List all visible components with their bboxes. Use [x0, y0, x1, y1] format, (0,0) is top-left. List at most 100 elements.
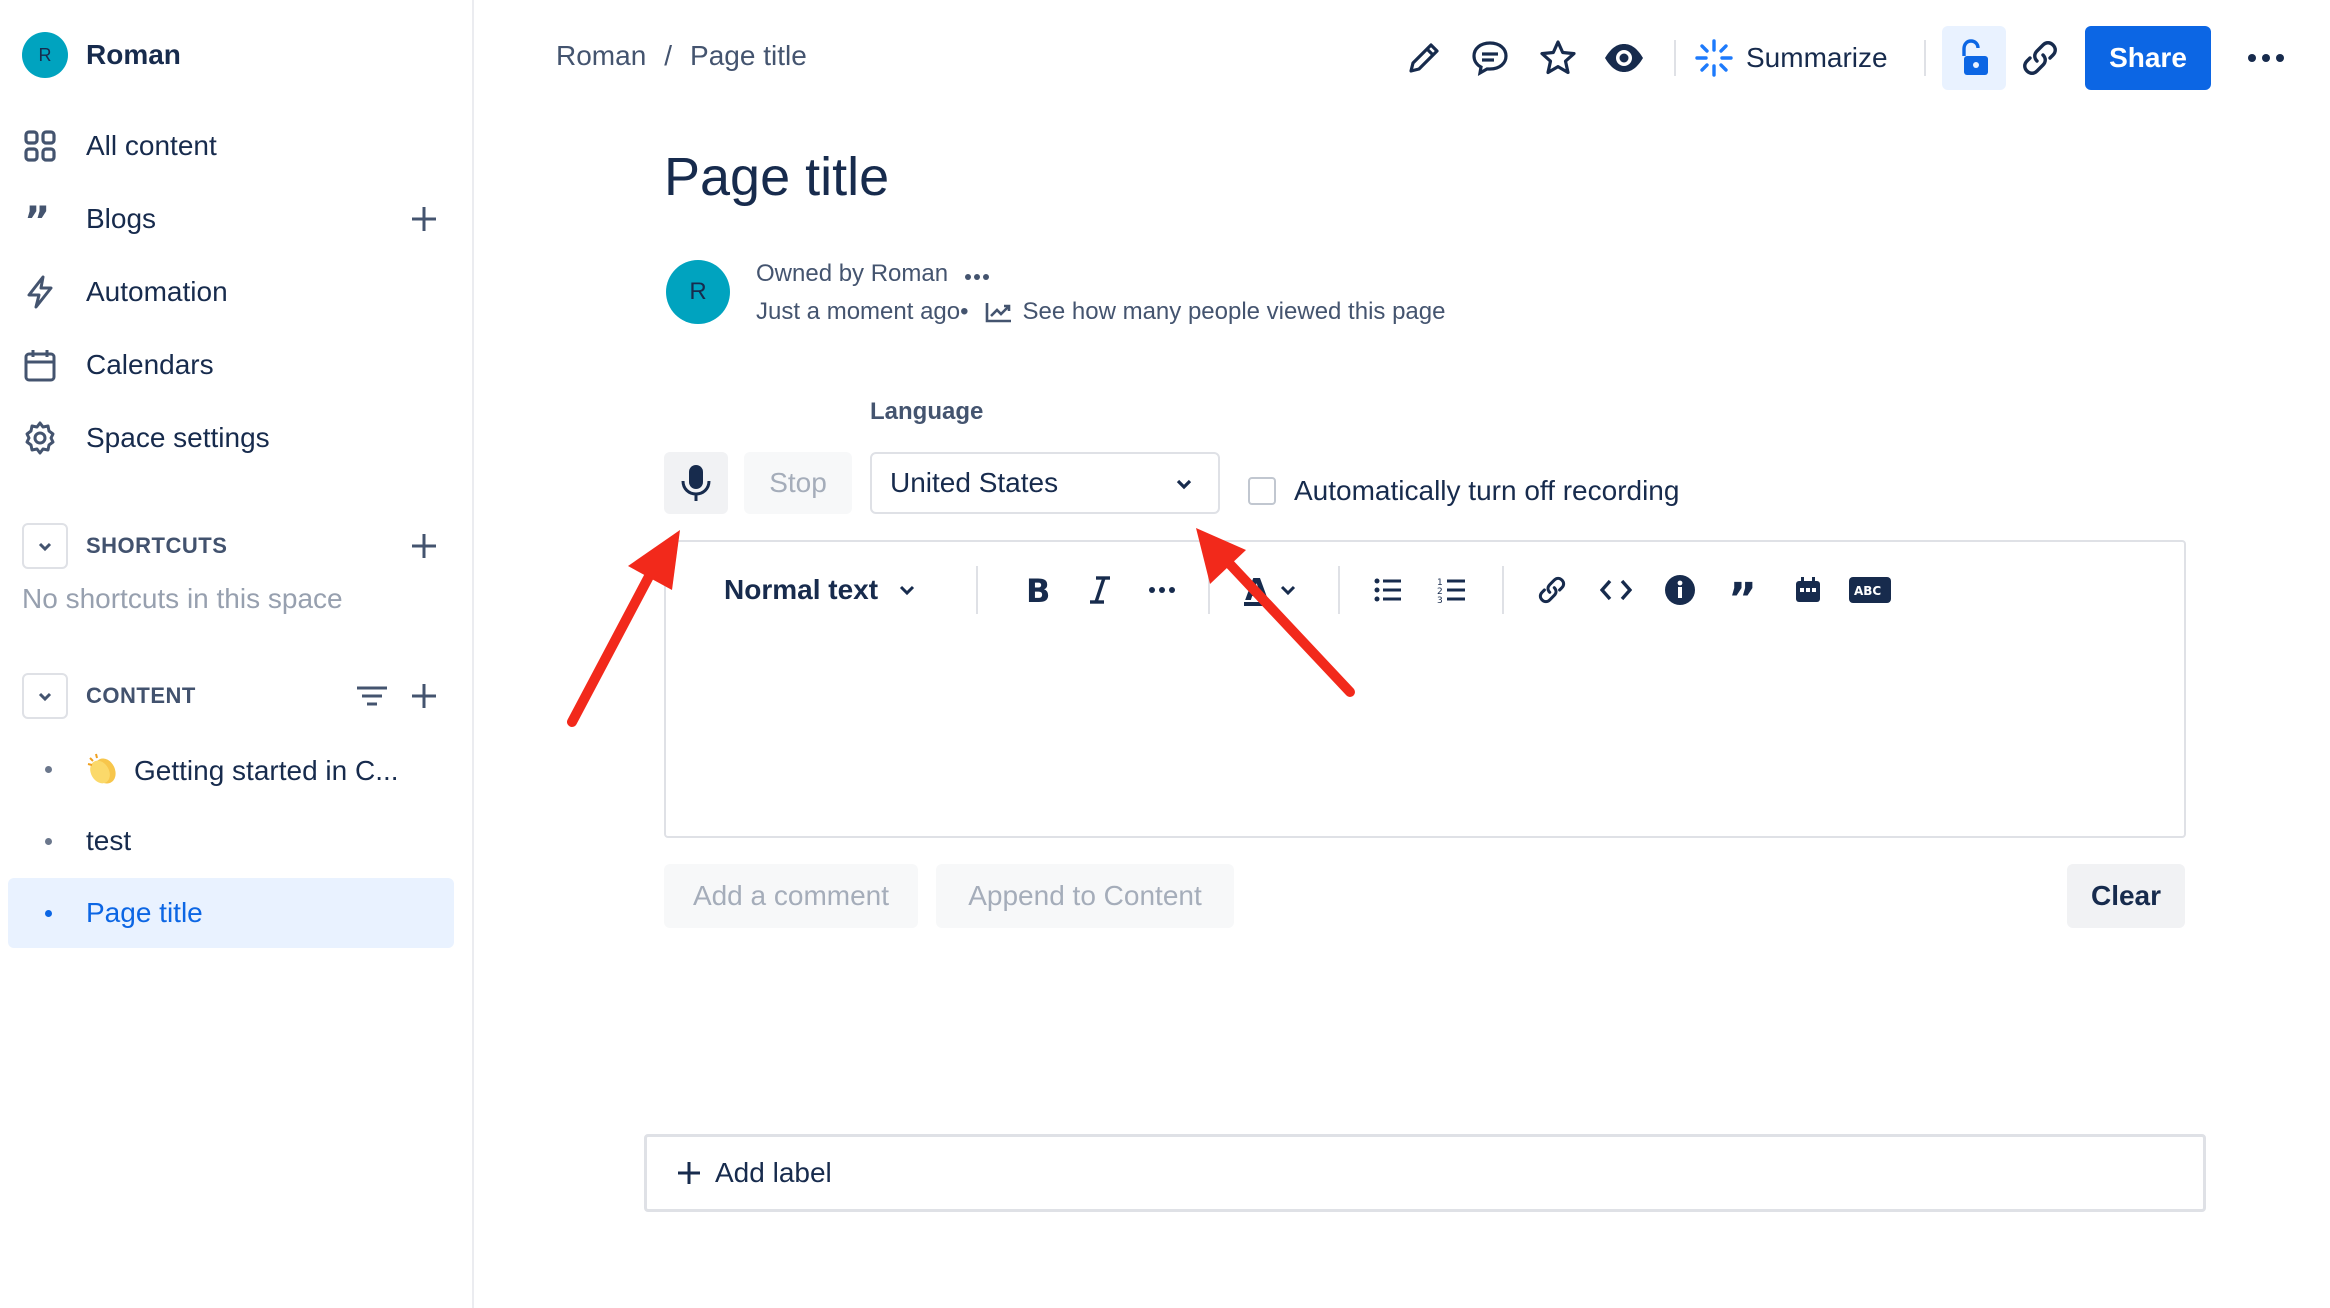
sidebar-item-calendars[interactable]: Calendars — [22, 335, 442, 395]
code-icon — [1600, 579, 1632, 601]
svg-text:”: ” — [1728, 574, 1757, 606]
toolbar-divider — [1674, 40, 1676, 76]
more-actions-button[interactable] — [2234, 26, 2298, 90]
watch-button[interactable] — [1592, 26, 1656, 90]
record-button[interactable] — [664, 452, 728, 514]
sidebar-item-label: Automation — [86, 276, 228, 307]
restrictions-button[interactable] — [1942, 26, 2006, 90]
add-blog-icon[interactable] — [406, 201, 442, 237]
summarize-button[interactable]: Summarize — [1694, 32, 1888, 84]
star-button[interactable] — [1526, 26, 1590, 90]
copy-link-button[interactable] — [2008, 26, 2072, 90]
auto-off-option[interactable]: Automatically turn off recording — [1248, 475, 1679, 507]
bullet-list-button[interactable] — [1366, 568, 1410, 612]
content-collapse-button[interactable] — [22, 673, 68, 719]
link-icon — [2023, 41, 2057, 75]
italic-button[interactable] — [1078, 568, 1122, 612]
shortcuts-collapse-button[interactable] — [22, 523, 68, 569]
add-content-icon[interactable] — [406, 678, 442, 714]
author-avatar[interactable]: R — [666, 260, 730, 324]
bold-button[interactable]: B — [1014, 568, 1058, 612]
space-name: Roman — [86, 39, 181, 70]
clapping-hands-icon — [87, 753, 116, 784]
numbered-list-button[interactable]: 123 — [1430, 568, 1474, 612]
sidebar-item-all-content[interactable]: All content — [22, 116, 442, 176]
owner-more-icon[interactable] — [964, 260, 990, 288]
breadcrumb-separator: / — [664, 40, 673, 71]
tree-bullet — [45, 910, 52, 917]
lightning-icon — [22, 274, 58, 310]
grid-icon — [22, 128, 58, 164]
tree-item-getting-started[interactable]: Getting started in C... — [8, 734, 454, 804]
more-icon — [1149, 587, 1175, 593]
breadcrumb: Roman / Page title — [556, 40, 807, 72]
info-panel-button[interactable] — [1658, 568, 1702, 612]
add-comment-button[interactable]: Add a comment — [664, 864, 918, 928]
shortcuts-title: SHORTCUTS — [86, 533, 228, 558]
tree-item-test[interactable]: test — [8, 806, 454, 876]
link-icon — [1538, 576, 1566, 604]
page-views-link[interactable]: See how many people viewed this page — [985, 298, 1446, 326]
shortcuts-empty-note: No shortcuts in this space — [22, 583, 343, 614]
tree-item-label: Getting started in C... — [134, 754, 399, 786]
language-select[interactable]: United States — [870, 452, 1220, 514]
sidebar-item-automation[interactable]: Automation — [22, 262, 442, 322]
editor-toolbar-divider — [1338, 566, 1340, 614]
svg-text:A: A — [1245, 574, 1269, 606]
sidebar: R Roman All content ” Blogs Automation C… — [0, 0, 474, 1308]
comment-button[interactable] — [1458, 26, 1522, 90]
editor-toolbar-divider — [1502, 566, 1504, 614]
insert-link-button[interactable] — [1530, 568, 1574, 612]
text-color-button[interactable]: A — [1238, 568, 1302, 612]
content-title: CONTENT — [86, 683, 196, 708]
quote-button[interactable]: ” — [1722, 568, 1766, 612]
microphone-icon — [681, 465, 711, 501]
language-label: Language — [870, 398, 984, 425]
transcription-editor[interactable]: Normal text B A 123 ” ABC — [664, 540, 2186, 838]
more-icon — [2248, 54, 2284, 62]
svg-text:B: B — [1026, 574, 1050, 606]
language-select-value: United States — [890, 467, 1059, 498]
sidebar-item-label: All content — [86, 130, 217, 161]
breadcrumb-page-link[interactable]: Page title — [690, 40, 807, 72]
text-color-icon: A — [1244, 574, 1270, 606]
page-meta: Just a moment ago • See how many people … — [756, 298, 1445, 326]
sidebar-item-blogs[interactable]: ” Blogs — [22, 189, 442, 249]
owned-by-text: Owned by Roman — [756, 260, 949, 287]
svg-text:3: 3 — [1437, 596, 1443, 604]
spellcheck-button[interactable]: ABC — [1846, 568, 1894, 612]
shortcuts-section-header: SHORTCUTS — [22, 522, 442, 570]
bold-icon: B — [1026, 574, 1050, 606]
tree-bullet — [45, 766, 52, 773]
add-label-button[interactable]: Add label — [644, 1134, 2206, 1212]
stop-button[interactable]: Stop — [744, 452, 852, 514]
eye-icon — [1605, 44, 1643, 72]
page-title[interactable]: Page title — [664, 146, 889, 208]
tree-item-label: test — [86, 825, 132, 856]
share-button[interactable]: Share — [2085, 26, 2211, 90]
clear-button[interactable]: Clear — [2067, 864, 2185, 928]
calendar-icon — [22, 347, 58, 383]
code-button[interactable] — [1594, 568, 1638, 612]
svg-text:ABC: ABC — [1854, 584, 1881, 598]
append-to-content-button[interactable]: Append to Content — [936, 864, 1234, 928]
tree-item-page-title[interactable]: Page title — [8, 878, 454, 948]
text-style-dropdown[interactable]: Normal text — [724, 568, 918, 612]
auto-off-checkbox[interactable] — [1248, 477, 1276, 505]
meta-separator: • — [960, 298, 969, 325]
date-button[interactable] — [1786, 568, 1830, 612]
breadcrumb-space-link[interactable]: Roman — [556, 40, 646, 72]
filter-icon[interactable] — [354, 678, 390, 714]
add-shortcut-icon[interactable] — [406, 528, 442, 564]
more-formatting-button[interactable] — [1140, 568, 1184, 612]
space-header[interactable]: R Roman — [22, 32, 181, 78]
tree-bullet — [45, 838, 52, 845]
page-views-label: See how many people viewed this page — [1022, 298, 1446, 325]
sidebar-item-space-settings[interactable]: Space settings — [22, 408, 442, 468]
numbered-list-icon: 123 — [1437, 578, 1465, 604]
comment-icon — [1472, 41, 1508, 77]
quote-icon: ” — [22, 201, 58, 237]
edit-button[interactable] — [1392, 26, 1456, 90]
toolbar-divider — [1924, 40, 1926, 76]
pencil-icon — [1409, 43, 1439, 73]
